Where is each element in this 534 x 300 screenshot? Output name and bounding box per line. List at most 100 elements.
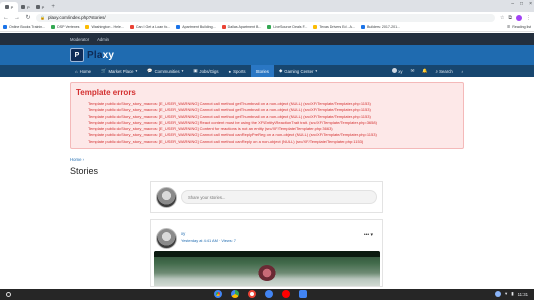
nav-market-place[interactable]: 🛒 Market Place ▾	[96, 65, 142, 77]
nav-label: Gaming Center	[284, 68, 314, 74]
bookmark-favicon-icon	[176, 25, 181, 29]
bookmark-item[interactable]: Texas Drivers Ed - A...	[313, 25, 355, 29]
bookmark-favicon-icon	[267, 25, 272, 29]
bell-icon[interactable]: 🔔	[422, 68, 427, 74]
maximize-icon[interactable]: □	[520, 1, 523, 7]
docs-icon[interactable]	[265, 290, 273, 298]
inbox-icon[interactable]: ✉	[411, 68, 415, 74]
app-shelf	[214, 290, 307, 298]
bookmark-favicon-icon	[221, 25, 226, 29]
system-tray[interactable]: ▾ ▮ 11:31	[495, 291, 528, 297]
launcher-icon[interactable]	[6, 292, 11, 297]
bookmark-item[interactable]: LiveSource Deals F...	[267, 25, 307, 29]
user-avatar	[392, 68, 398, 73]
story-post: xy Yesterday at 4:41 AM · Views: 7 ••• ▾	[150, 219, 383, 287]
forward-arrow-icon[interactable]: →	[14, 15, 20, 21]
nav-communities[interactable]: 💬 Communities ▾	[142, 65, 188, 77]
tab-label: P	[27, 4, 30, 10]
lightbulb-icon[interactable]: ♁	[461, 69, 464, 74]
post-author[interactable]: xy	[181, 231, 236, 236]
user-menu[interactable]: xy	[392, 68, 403, 74]
bookmark-favicon-icon	[85, 25, 90, 29]
bookmark-item[interactable]: Apartment Building...	[176, 25, 216, 29]
nav-label: Home	[79, 68, 92, 74]
search-icon: ⌕	[435, 68, 438, 74]
youtube-icon[interactable]	[282, 290, 290, 298]
files-icon[interactable]	[299, 290, 307, 298]
bookmark-item[interactable]: Dallas Apartment B...	[221, 25, 261, 29]
errors-title: Template errors	[76, 88, 136, 97]
reading-list-label: Reading list	[512, 25, 531, 29]
reading-list-icon: ☰	[506, 25, 511, 29]
reading-list-button[interactable]: ☰ Reading list	[507, 25, 531, 29]
share-story-input[interactable]: Share your stories...	[181, 190, 377, 204]
post-views: Views: 7	[221, 238, 236, 243]
post-time[interactable]: Yesterday at 4:41 AM	[181, 238, 218, 243]
gmail-icon[interactable]	[248, 290, 256, 298]
ellipsis-icon: •••	[363, 232, 370, 238]
breadcrumb-home[interactable]: Home	[70, 157, 81, 162]
tab-favicon-icon	[35, 5, 40, 9]
clock: 11:31	[517, 291, 528, 297]
chevron-down-icon: ▾	[135, 69, 138, 73]
bookmark-label: DSP Vertexes	[57, 25, 80, 29]
address-bar[interactable]: 🔒 plaxy.com/index.php?stories/	[36, 13, 495, 22]
moderator-link[interactable]: Moderator	[70, 37, 89, 42]
minimize-icon[interactable]: –	[511, 1, 514, 7]
play-store-icon[interactable]	[231, 290, 239, 298]
bookmark-label: Builders: 2017-201...	[366, 25, 401, 29]
avatar[interactable]	[156, 186, 177, 208]
wifi-icon: ▾	[505, 291, 508, 296]
page-title: Stories	[70, 166, 99, 176]
browser-tab[interactable]: P	[33, 2, 48, 12]
home-icon: ⌂	[75, 68, 78, 74]
error-item: Template public:dcStory_story_macros: [E…	[88, 139, 458, 145]
bookmarks-bar: Online Books Trainin... DSP Vertexes Was…	[0, 23, 534, 32]
post-menu-button[interactable]: ••• ▾	[364, 232, 373, 238]
breadcrumb[interactable]: Home ›	[70, 157, 84, 162]
nav-sports[interactable]: ● Sports	[224, 65, 251, 77]
bookmark-label: Washington - Hele...	[91, 25, 124, 29]
gamepad-icon: ◆	[278, 68, 283, 73]
post-meta: xy Yesterday at 4:41 AM · Views: 7	[181, 228, 236, 249]
ball-icon: ●	[228, 68, 232, 74]
bookmark-item[interactable]: Online Books Trainin...	[3, 25, 45, 29]
nav-gaming-center[interactable]: ◆ Gaming Center ▾	[274, 65, 322, 77]
bookmark-item[interactable]: Can I Get a Loan fo...	[129, 25, 170, 29]
tab-favicon-icon	[4, 5, 9, 9]
errors-list: Template public:dcStory_story_macros: [E…	[76, 101, 458, 145]
bookmark-label: Apartment Building...	[182, 25, 216, 29]
nav-jobs-gigs[interactable]: ▣ Jobs/Gigs	[188, 65, 223, 77]
logo-main-text: Pla	[87, 49, 103, 61]
kebab-menu-icon[interactable]: ⋮	[526, 15, 531, 21]
admin-link[interactable]: Admin	[97, 37, 109, 42]
briefcase-icon: ▣	[193, 68, 198, 73]
search-button[interactable]: ⌕ Search	[436, 69, 453, 74]
bookmark-item[interactable]: DSP Vertexes	[51, 25, 79, 29]
tray-avatar	[495, 291, 502, 297]
profile-avatar[interactable]	[516, 14, 522, 21]
browser-tab[interactable]: P	[0, 2, 18, 12]
bookmark-item[interactable]: Builders: 2017-201...	[360, 25, 401, 29]
reload-icon[interactable]: ↻	[25, 14, 31, 21]
site-logo-icon[interactable]: P	[70, 48, 84, 62]
new-tab-button[interactable]: +	[51, 2, 55, 12]
cart-icon: 🛒	[101, 68, 107, 73]
star-icon[interactable]: ☆	[500, 15, 504, 21]
close-icon[interactable]: ×	[529, 1, 532, 7]
site-logo-text[interactable]: Plaxy	[87, 50, 114, 61]
tab-favicon-icon	[21, 5, 25, 9]
chrome-icon[interactable]	[214, 290, 222, 298]
nav-home[interactable]: ⌂ Home	[70, 65, 96, 77]
browser-tab[interactable]: P	[18, 2, 33, 12]
bookmark-item[interactable]: Washington - Hele...	[85, 25, 124, 29]
extensions-icon[interactable]: ⧉	[508, 15, 512, 21]
bookmark-label: Online Books Trainin...	[9, 25, 46, 29]
author-avatar[interactable]	[156, 228, 177, 249]
back-arrow-icon[interactable]: ←	[3, 15, 9, 21]
comments-icon: 💬	[147, 68, 153, 73]
nav-stories[interactable]: Stories	[250, 65, 274, 77]
site-nav: ⌂ Home 🛒 Market Place ▾ 💬 Communities ▾ ▣ Jobs…	[0, 65, 534, 77]
post-image[interactable]	[154, 251, 380, 286]
template-errors-box: Template errors Template public:dcStory_…	[70, 82, 464, 149]
